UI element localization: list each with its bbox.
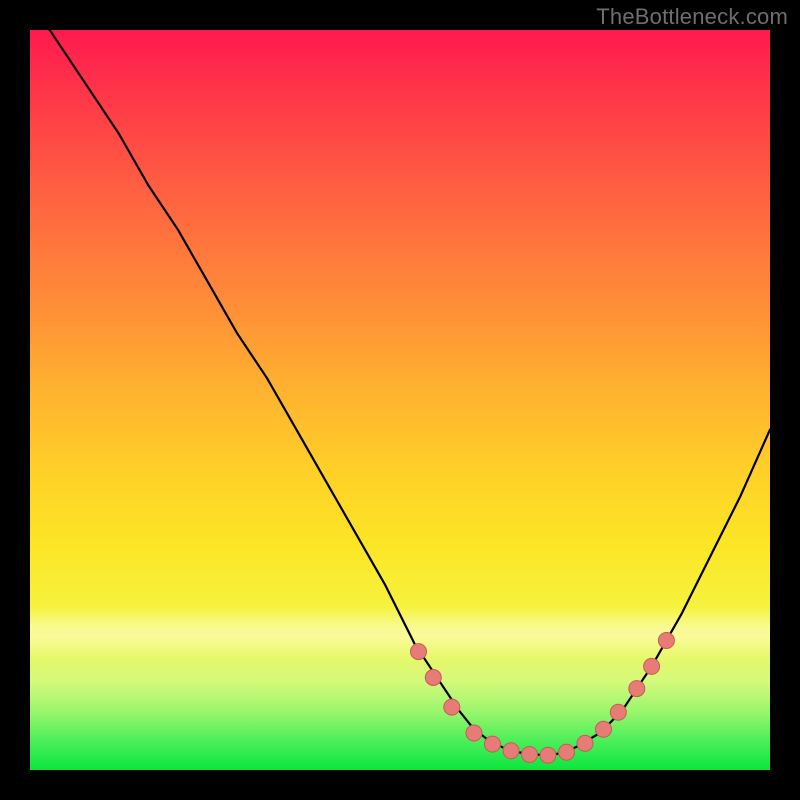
curve-marker (411, 644, 427, 660)
curve-marker (610, 704, 626, 720)
curve-marker (444, 699, 460, 715)
curve-marker (485, 736, 501, 752)
curve-marker (629, 681, 645, 697)
curve-marker (559, 744, 575, 760)
curve-marker (522, 746, 538, 762)
chart-stage: TheBottleneck.com (0, 0, 800, 800)
curve-marker (644, 658, 660, 674)
chart-svg (30, 30, 770, 770)
curve-marker (540, 747, 556, 763)
watermark-text: TheBottleneck.com (596, 4, 788, 30)
curve-marker (466, 725, 482, 741)
curve-marker (503, 743, 519, 759)
plot-area (30, 30, 770, 770)
curve-marker (577, 735, 593, 751)
curve-marker (425, 670, 441, 686)
curve-marker (596, 721, 612, 737)
curve-marker (658, 633, 674, 649)
